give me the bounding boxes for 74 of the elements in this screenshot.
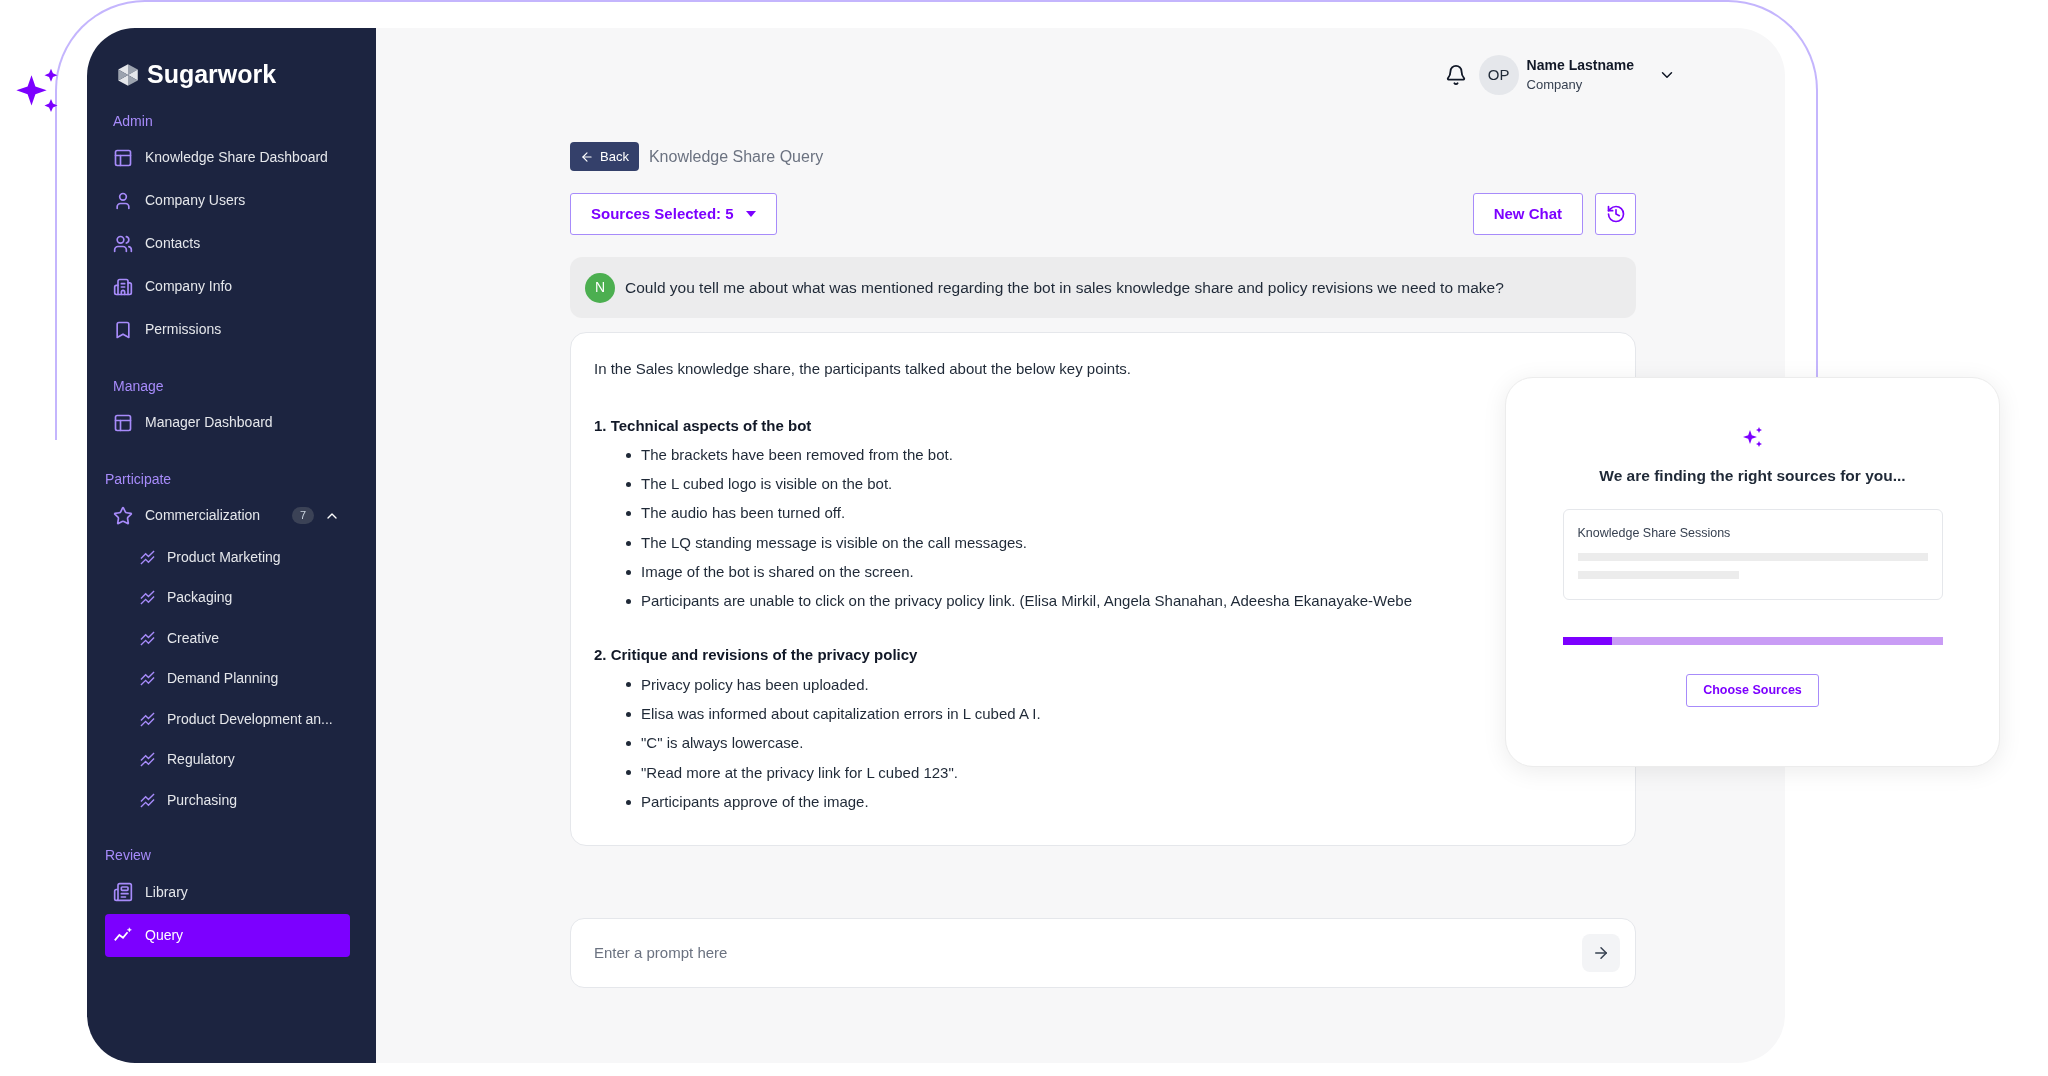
sidebar-subitem[interactable]: Packaging xyxy=(113,577,350,618)
dashboard-icon xyxy=(113,412,133,433)
sidebar-subitem[interactable]: Product Development an... xyxy=(113,699,350,740)
sidebar-item[interactable]: Company Users xyxy=(113,179,350,222)
trend-lines-icon xyxy=(140,792,155,808)
bullet-text: Elisa was informed about capitalization errors in L cubed A I. xyxy=(641,703,1041,724)
sidebar-item[interactable]: Knowledge Share Dashboard xyxy=(113,136,350,179)
sidebar-item[interactable]: Permissions xyxy=(113,308,350,351)
building-icon xyxy=(113,276,133,297)
section-heading: Review xyxy=(105,846,152,865)
trend-lines-icon xyxy=(140,630,155,646)
sidebar-item[interactable]: Manager Dashboard xyxy=(113,401,350,444)
user-icon xyxy=(113,190,133,211)
sources-dropdown[interactable]: Sources Selected: 5 xyxy=(570,193,777,235)
arrow-left-icon xyxy=(580,149,594,164)
section-heading: 2. Critique and revisions of the privacy policy xyxy=(594,645,919,666)
trend-lines-icon xyxy=(140,549,155,565)
brand-name: Sugarwork xyxy=(147,59,277,91)
source-title: Knowledge Share Sessions xyxy=(1577,525,1732,543)
sidebar-subitem[interactable]: Demand Planning xyxy=(113,658,350,699)
sidebar-subitem[interactable]: Creative xyxy=(113,618,350,659)
trend-lines-icon xyxy=(140,671,155,687)
answer-intro: In the Sales knowledge share, the participants talked about the below key points. xyxy=(594,359,1132,379)
sparkle-chart-icon xyxy=(113,926,133,944)
bullet-text: The L cubed logo is visible on the bot. xyxy=(641,474,893,495)
bullet-text: "C" is always lowercase. xyxy=(641,733,804,754)
bullet-text: "Read more at the privacy link for L cubed 123". xyxy=(641,762,958,783)
bullet-text: Image of the bot is shared on the screen. xyxy=(641,562,914,583)
sidebar-item[interactable]: Library xyxy=(113,870,350,914)
sidebar-item[interactable]: Commercialization 7 xyxy=(113,494,350,537)
caret-down-icon xyxy=(745,211,756,217)
dashboard-icon xyxy=(113,147,133,168)
user-avatar[interactable]: OP xyxy=(1478,55,1519,95)
back-button[interactable]: Back xyxy=(570,142,639,171)
user-name: Name Lastname xyxy=(1526,56,1634,75)
section-heading: Admin xyxy=(113,111,154,131)
bullet-text: Privacy policy has been uploaded. xyxy=(641,674,869,695)
star-icon xyxy=(113,505,133,526)
trend-lines-icon xyxy=(140,711,155,727)
trend-lines-icon xyxy=(140,590,155,606)
popup-title: We are finding the right sources for you... xyxy=(1599,466,1906,486)
logo-icon xyxy=(115,62,141,88)
page-title: Knowledge Share Query xyxy=(648,146,824,167)
prompt-input[interactable]: Enter a prompt here xyxy=(594,941,1582,965)
sidebar-subitem[interactable]: Regulatory xyxy=(113,739,350,780)
sidebar-subitem[interactable]: Purchasing xyxy=(113,780,350,821)
document-icon xyxy=(113,882,133,902)
notification-bell-icon[interactable] xyxy=(1444,64,1467,86)
bullet-text: Participants are unable to click on the privacy policy link. (Elisa Mirkil, Angela Shanahan, Adeesha Ekanayake-Webe xyxy=(641,591,1412,612)
section-heading: Manage xyxy=(113,376,165,396)
bookmark-icon xyxy=(113,319,133,340)
history-button[interactable] xyxy=(1595,193,1636,235)
history-icon xyxy=(1605,204,1626,224)
bullet-text: The LQ standing message is visible on the call messages. xyxy=(641,532,1028,553)
sidebar-item[interactable]: Query xyxy=(105,913,350,957)
sidebar-item[interactable]: Contacts xyxy=(113,222,350,265)
section-heading: Participate xyxy=(105,469,173,489)
sidebar-subitem[interactable]: Product Marketing xyxy=(113,537,350,578)
sidebar-item[interactable]: Company Info xyxy=(113,265,350,308)
section-heading: 1. Technical aspects of the bot xyxy=(594,415,813,436)
question-text: Could you tell me about what was mentioned regarding the bot in sales knowledge share and policy revisions we need to make? xyxy=(625,277,1504,298)
bullet-text: Participants approve of the image. xyxy=(641,791,869,812)
choose-sources-button[interactable]: Choose Sources xyxy=(1686,674,1819,708)
bullet-text: The brackets have been removed from the bot. xyxy=(641,444,953,465)
prompt-field[interactable]: Enter a prompt here xyxy=(570,918,1636,988)
count-badge: 7 xyxy=(291,507,314,524)
arrow-right-icon xyxy=(1592,944,1610,962)
bullet-text: The audio has been turned off. xyxy=(641,503,846,524)
company-name: Company xyxy=(1526,76,1584,94)
users-icon xyxy=(113,233,133,254)
user-avatar: N xyxy=(585,272,615,303)
new-chat-button[interactable]: New Chat xyxy=(1472,193,1583,235)
trend-lines-icon xyxy=(140,752,155,768)
send-button[interactable] xyxy=(1582,934,1620,972)
